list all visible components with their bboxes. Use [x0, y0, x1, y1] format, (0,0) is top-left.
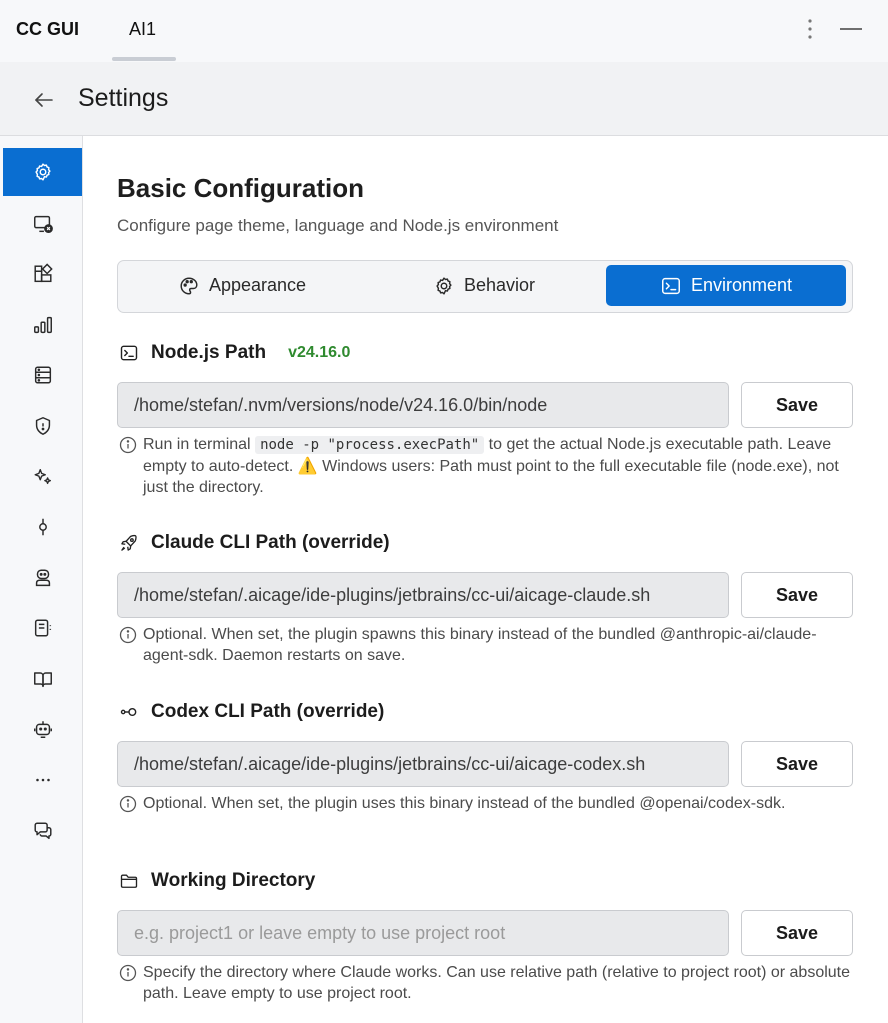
- terminal-icon: [120, 345, 138, 361]
- sidebar-item-feedback[interactable]: [3, 807, 82, 855]
- sidebar-item-providers[interactable]: [3, 351, 82, 399]
- tab-appearance-label: Appearance: [208, 275, 307, 295]
- sidebar-item-display[interactable]: [3, 200, 82, 248]
- gear-icon: [436, 276, 452, 295]
- workdir-input[interactable]: [117, 910, 729, 956]
- hint-command-code: node -p "process.execPath": [255, 436, 485, 454]
- minimize-icon[interactable]: [840, 28, 862, 30]
- claude-path-input[interactable]: [117, 572, 729, 618]
- tab-environment[interactable]: Environment: [606, 265, 846, 306]
- settings-sidebar: [0, 136, 83, 1023]
- database-icon: [34, 366, 51, 384]
- sidebar-item-skills[interactable]: [3, 453, 82, 501]
- info-icon: [119, 964, 137, 982]
- workdir-save-button[interactable]: Save: [741, 910, 853, 956]
- bar-chart-icon: [33, 316, 52, 334]
- active-tab-indicator: [112, 57, 176, 61]
- workdir-hint-text: Specify the directory where Claude works…: [143, 964, 851, 1002]
- codex-path-input[interactable]: [117, 741, 729, 787]
- sidebar-item-permissions[interactable]: [3, 402, 82, 450]
- codex-path-hint: Optional. When set, the plugin uses this…: [119, 793, 859, 814]
- sidebar-item-usage[interactable]: [3, 301, 82, 349]
- arrow-left-icon[interactable]: [30, 86, 58, 114]
- node-path-label: Node.js Path: [151, 342, 267, 363]
- bot-icon: [33, 721, 52, 738]
- claude-path-hint-text: Optional. When set, the plugin spawns th…: [143, 626, 817, 664]
- puzzle-icon: [33, 263, 53, 283]
- page-title: Settings: [78, 84, 169, 112]
- chat-icon: [33, 822, 52, 840]
- tab-behavior-label: Behavior: [463, 275, 536, 295]
- workdir-heading: Working Directory: [119, 870, 315, 892]
- sidebar-item-bot[interactable]: [3, 705, 82, 753]
- sidebar-item-prompts[interactable]: [3, 604, 82, 652]
- workdir-label: Working Directory: [151, 870, 316, 891]
- codex-path-heading: Codex CLI Path (override): [119, 701, 384, 723]
- sidebar-item-agents[interactable]: [3, 554, 82, 602]
- codex-path-label: Codex CLI Path (override): [151, 701, 385, 722]
- kebab-menu-icon[interactable]: [798, 14, 822, 44]
- codex-path-hint-text: Optional. When set, the plugin uses this…: [143, 795, 786, 812]
- node-path-heading: Node.js Path v24.16.0: [119, 342, 350, 364]
- node-path-input[interactable]: [117, 382, 729, 428]
- settings-header: Settings: [0, 62, 888, 136]
- link-nodes-icon: [120, 707, 137, 717]
- gear-icon: [34, 163, 51, 181]
- sidebar-item-basic[interactable]: [3, 148, 82, 196]
- node-path-hint: Run in terminal node -p "process.execPat…: [119, 434, 859, 498]
- claude-path-save-button[interactable]: Save: [741, 572, 853, 618]
- info-icon: [119, 436, 137, 454]
- section-title: Basic Configuration: [117, 173, 365, 203]
- sidebar-item-commit[interactable]: [3, 503, 82, 551]
- settings-tabs: Appearance Behavior Environment: [117, 260, 853, 313]
- tab-appearance[interactable]: Appearance: [122, 265, 362, 306]
- section-subtitle: Configure page theme, language and Node.…: [117, 216, 559, 235]
- rocket-icon: [121, 534, 137, 551]
- hint-text-pre: Run in terminal: [143, 436, 251, 453]
- sidebar-item-more[interactable]: [3, 756, 82, 804]
- file-list-icon: [34, 619, 51, 637]
- tab-environment-label: Environment: [690, 275, 793, 295]
- info-icon: [119, 795, 137, 813]
- agent-icon: [35, 569, 50, 587]
- terminal-icon: [661, 277, 680, 294]
- tab-ai1[interactable]: AI1: [129, 19, 156, 40]
- book-icon: [33, 672, 52, 688]
- codex-path-save-button[interactable]: Save: [741, 741, 853, 787]
- top-tab-bar: CC GUI AI1: [0, 0, 888, 62]
- claude-path-hint: Optional. When set, the plugin spawns th…: [119, 624, 859, 666]
- settings-content: Basic Configuration Configure page theme…: [84, 137, 888, 1023]
- git-commit-icon: [38, 518, 47, 536]
- shield-icon: [35, 417, 50, 435]
- node-version-badge: v24.16.0: [288, 344, 351, 361]
- app-title[interactable]: CC GUI: [16, 19, 79, 40]
- warning-icon: ⚠️: [297, 458, 318, 475]
- sidebar-item-plugins[interactable]: [3, 250, 82, 298]
- monitor-icon: [33, 215, 53, 233]
- info-icon: [119, 626, 137, 644]
- workdir-hint: Specify the directory where Claude works…: [119, 962, 859, 1004]
- claude-path-label: Claude CLI Path (override): [151, 532, 390, 553]
- palette-icon: [180, 276, 198, 295]
- sidebar-item-docs[interactable]: [3, 655, 82, 703]
- node-path-save-button[interactable]: Save: [741, 382, 853, 428]
- claude-path-heading: Claude CLI Path (override): [119, 532, 390, 554]
- tab-behavior[interactable]: Behavior: [364, 265, 604, 306]
- sparkles-icon: [34, 468, 51, 485]
- more-horizontal-icon: [35, 778, 50, 782]
- node-path-hint-text: Run in terminal node -p "process.execPat…: [143, 434, 859, 498]
- folder-icon: [120, 874, 138, 888]
